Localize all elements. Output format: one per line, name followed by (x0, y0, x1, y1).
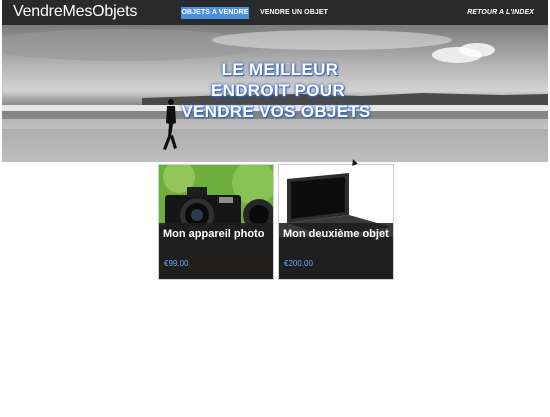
nav-link-retour-index[interactable]: RETOUR A L'INDEX (467, 7, 534, 19)
nav-link-objets-a-vendre[interactable]: OBJETS A VENDRE (181, 7, 249, 19)
product-name[interactable]: Mon appareil photo (163, 228, 271, 241)
product-price: €99.00 (164, 259, 189, 268)
product-card[interactable]: Mon deuxième objet €200.00 (278, 164, 394, 280)
hero-title-line-2: ENDROIT POUR (211, 81, 345, 100)
product-price: €200.00 (284, 259, 313, 268)
product-grid: Mon appareil photo €99.00 Mon deuxième o… (158, 164, 398, 282)
page: VendreMesObjets OBJETS A VENDRE VENDRE U… (2, 0, 548, 417)
hero-title: LE MEILLEUR ENDROIT POUR VENDRE VOS OBJE… (2, 59, 548, 122)
nav-link-vendre-un-objet[interactable]: VENDRE UN OBJET (260, 7, 328, 19)
product-name[interactable]: Mon deuxième objet (283, 228, 391, 241)
hero-title-line-3: VENDRE VOS OBJETS (181, 102, 371, 121)
product-card[interactable]: Mon appareil photo €99.00 (158, 164, 274, 280)
hero-banner: LE MEILLEUR ENDROIT POUR VENDRE VOS OBJE… (2, 25, 548, 162)
brand-logo[interactable]: VendreMesObjets (13, 2, 137, 22)
top-navbar: VendreMesObjets OBJETS A VENDRE VENDRE U… (2, 0, 548, 25)
hero-title-line-1: LE MEILLEUR (221, 60, 339, 79)
